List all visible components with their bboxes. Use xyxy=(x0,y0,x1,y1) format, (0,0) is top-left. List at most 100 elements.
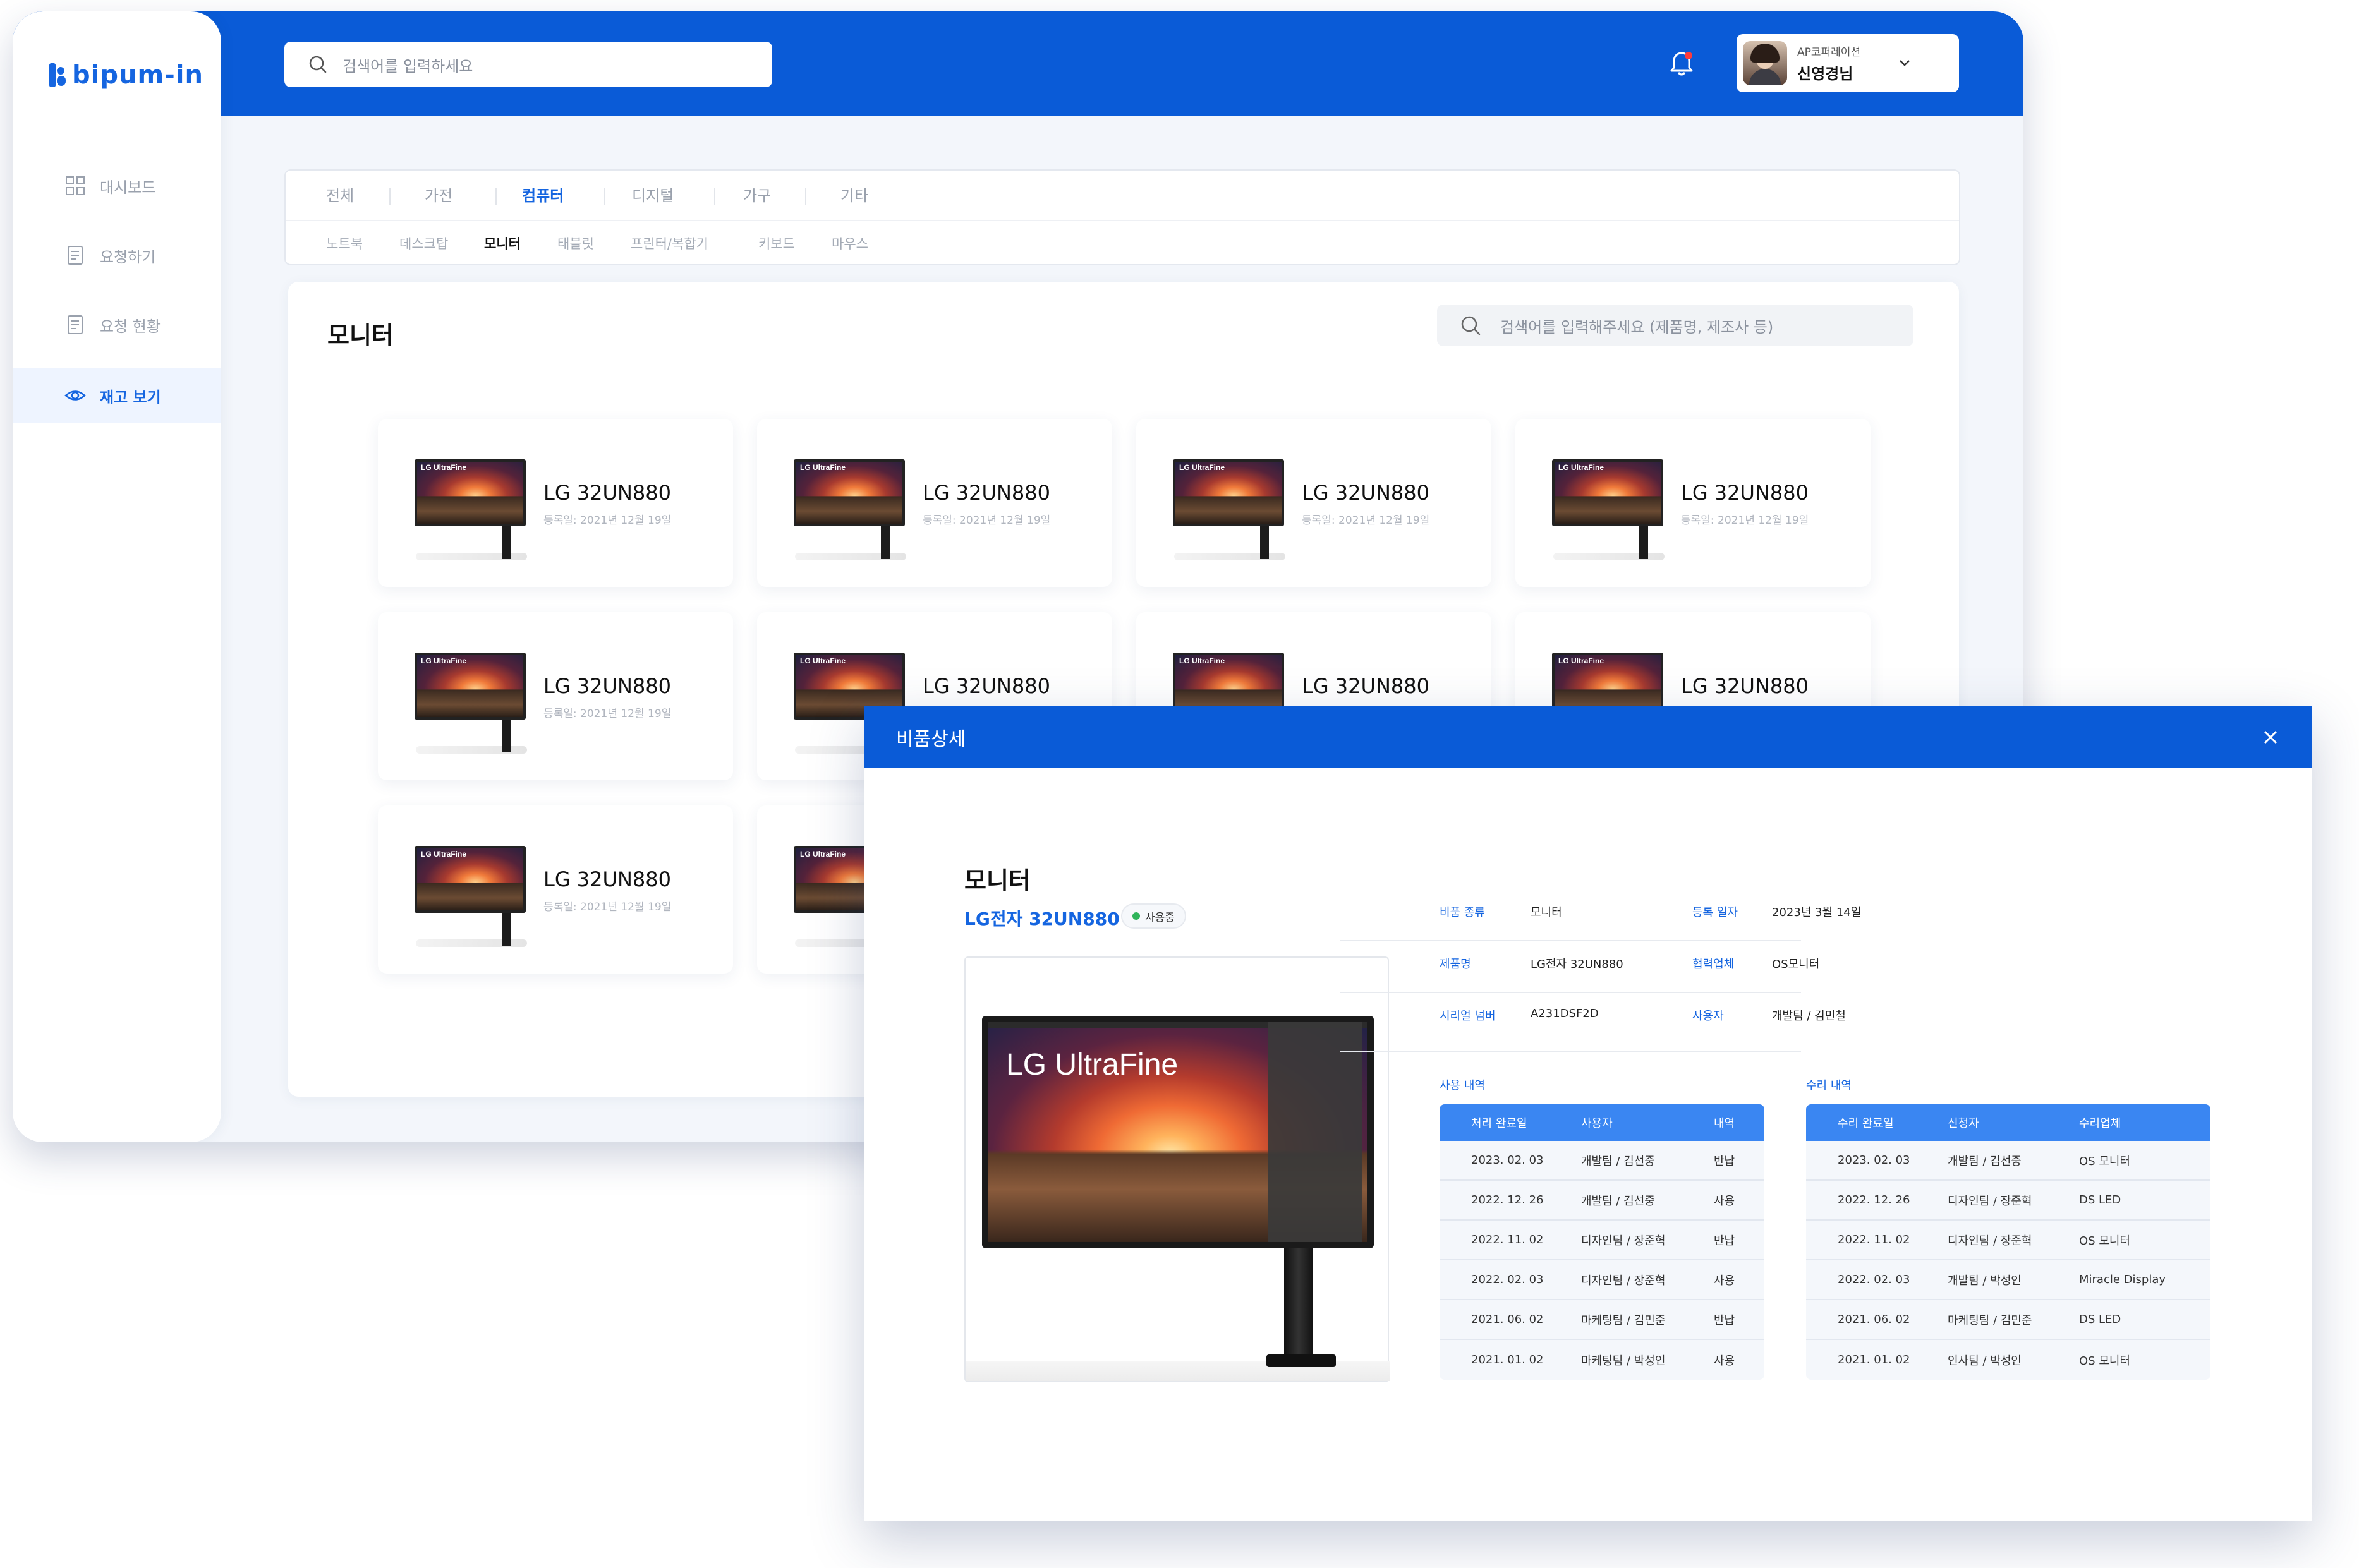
product-name: LG 32UN880 xyxy=(543,867,671,891)
sidebar-item-request-status[interactable]: 요청 현황 xyxy=(13,297,221,353)
column-header[interactable]: 처리 완료일 xyxy=(1471,1104,1527,1141)
top-bar: 검색어를 입력하세요 AP코퍼레이션 신영경님 xyxy=(13,11,2023,116)
product-date: 등록일: 2021년 12월 19일 xyxy=(923,514,1051,527)
document-icon xyxy=(68,246,83,265)
subtab-monitor[interactable]: 모니터 xyxy=(484,221,521,267)
table-cell: 개발팀 / 김선중 xyxy=(1581,1194,1655,1208)
subtab-keyboard[interactable]: 키보드 xyxy=(758,221,795,267)
table-row[interactable]: 2021. 01. 02 인사팀 / 박성인 OS 모니터 xyxy=(1806,1340,2210,1380)
info-partner-label: 협력업체 xyxy=(1692,955,1734,972)
logo[interactable]: bipum-in xyxy=(49,61,203,90)
table-cell: 개발팀 / 김선중 xyxy=(1581,1154,1655,1168)
table-row[interactable]: 2023. 02. 03 개발팀 / 김선중 반납 xyxy=(1440,1141,1764,1181)
sidebar-item-label: 대시보드 xyxy=(100,178,156,196)
table-cell: 디자인팀 / 장준혁 xyxy=(1948,1234,2032,1248)
product-thumbnail: LG UltraFine xyxy=(1552,459,1665,562)
product-card[interactable]: LG UltraFine LG 32UN880 등록일: 2021년 12월 19일 xyxy=(757,419,1112,587)
product-thumbnail: LG UltraFine xyxy=(1173,459,1285,562)
table-cell: 개발팀 / 김선중 xyxy=(1948,1154,2022,1168)
table-cell: 마케팅팀 / 김민준 xyxy=(1581,1313,1666,1327)
table-cell: 사용 xyxy=(1714,1194,1735,1208)
category-tabs: 전체 가전 컴퓨터 디지털 가구 기타 xyxy=(286,171,1959,221)
table-cell: 2022. 11. 02 xyxy=(1471,1233,1544,1246)
table-cell: DS LED xyxy=(2079,1193,2121,1207)
usage-history-table: 처리 완료일 사용자 내역 2023. 02. 03 개발팀 / 김선중 반납 2022. … xyxy=(1440,1104,1764,1380)
table-row[interactable]: 2022. 11. 02 디자인팀 / 장준혁 반납 xyxy=(1440,1221,1764,1260)
table-header: 처리 완료일 사용자 내역 xyxy=(1440,1104,1764,1141)
status-dot-icon xyxy=(1132,912,1140,920)
user-menu[interactable]: AP코퍼레이션 신영경님 xyxy=(1737,34,1959,92)
column-header[interactable]: 수리업체 xyxy=(2079,1104,2121,1141)
info-value: A231DSF2D xyxy=(1531,1007,1599,1020)
table-cell: 2021. 06. 02 xyxy=(1838,1313,1910,1326)
tab-appliance[interactable]: 가전 xyxy=(425,171,452,221)
thumb-label: LG UltraFine xyxy=(800,850,846,859)
info-value: LG전자 32UN880 xyxy=(1531,958,1623,971)
subtab-laptop[interactable]: 노트북 xyxy=(326,221,363,267)
product-image: LG UltraFine xyxy=(964,956,1390,1382)
sidebar-item-dashboard[interactable]: 대시보드 xyxy=(13,158,221,214)
chevron-down-icon[interactable] xyxy=(1896,54,1913,72)
tab-etc[interactable]: 기타 xyxy=(840,171,868,221)
product-search-placeholder: 검색어를 입력해주세요 (제품명, 제조사 등) xyxy=(1500,318,1774,336)
table-row[interactable]: 2022. 02. 03 개발팀 / 박성인 Miracle Display xyxy=(1806,1260,2210,1300)
product-search-input[interactable]: 검색어를 입력해주세요 (제품명, 제조사 등) xyxy=(1437,305,1913,346)
repair-history-title: 수리 내역 xyxy=(1806,1079,1852,1092)
product-name: LG 32UN880 xyxy=(1302,674,1429,698)
product-card[interactable]: LG UltraFine LG 32UN880 등록일: 2021년 12월 19일 xyxy=(378,805,733,974)
table-row[interactable]: 2021. 06. 02 마케팅팀 / 김민준 DS LED xyxy=(1806,1300,2210,1340)
global-search-input[interactable]: 검색어를 입력하세요 xyxy=(284,42,772,87)
product-card[interactable]: LG UltraFine LG 32UN880 등록일: 2021년 12월 19일 xyxy=(378,419,733,587)
sidebar-item-request[interactable]: 요청하기 xyxy=(13,227,221,283)
column-header[interactable]: 수리 완료일 xyxy=(1838,1104,1894,1141)
sidebar-item-inventory[interactable]: 재고 보기 xyxy=(13,368,221,423)
column-header[interactable]: 신청자 xyxy=(1948,1104,1979,1141)
close-icon[interactable] xyxy=(2261,728,2280,747)
table-cell: 2021. 06. 02 xyxy=(1471,1313,1544,1326)
product-thumbnail: LG UltraFine xyxy=(415,653,527,755)
info-name-value: LG전자 32UN880 xyxy=(1531,955,1623,972)
table-row[interactable]: 2023. 02. 03 개발팀 / 김선중 OS 모니터 xyxy=(1806,1141,2210,1181)
product-thumbnail: LG UltraFine xyxy=(415,459,527,562)
table-cell: 2021. 01. 02 xyxy=(1838,1353,1910,1366)
table-cell: 2022. 11. 02 xyxy=(1838,1233,1910,1246)
thumb-label: LG UltraFine xyxy=(1179,656,1225,665)
table-cell: 2023. 02. 03 xyxy=(1838,1154,1910,1167)
search-icon xyxy=(309,56,327,73)
table-cell: 개발팀 / 박성인 xyxy=(1948,1274,2022,1288)
table-cell: OS 모니터 xyxy=(2079,1154,2130,1168)
table-cell: 디자인팀 / 장준혁 xyxy=(1948,1194,2032,1208)
product-card[interactable]: LG UltraFine LG 32UN880 등록일: 2021년 12월 19일 xyxy=(1136,419,1491,587)
table-row[interactable]: 2021. 01. 02 마케팅팀 / 박성인 사용 xyxy=(1440,1340,1764,1380)
subtab-printer[interactable]: 프린터/복합기 xyxy=(631,221,708,267)
bell-icon[interactable] xyxy=(1666,48,1697,80)
product-card[interactable]: LG UltraFine LG 32UN880 등록일: 2021년 12월 19일 xyxy=(378,612,733,780)
tab-digital[interactable]: 디지털 xyxy=(632,171,674,221)
tab-furniture[interactable]: 가구 xyxy=(743,171,771,221)
column-header[interactable]: 내역 xyxy=(1714,1104,1735,1141)
product-name: LG 32UN880 xyxy=(1681,481,1809,505)
subtab-mouse[interactable]: 마우스 xyxy=(832,221,868,267)
subtab-desktop[interactable]: 데스크탑 xyxy=(399,221,448,267)
table-row[interactable]: 2022. 11. 02 디자인팀 / 장준혁 OS 모니터 xyxy=(1806,1221,2210,1260)
table-cell: Miracle Display xyxy=(2079,1273,2166,1286)
tab-all[interactable]: 전체 xyxy=(326,171,354,221)
table-row[interactable]: 2021. 06. 02 마케팅팀 / 김민준 반납 xyxy=(1440,1300,1764,1340)
info-serial-label: 시리얼 넘버 xyxy=(1440,1007,1496,1023)
table-row[interactable]: 2022. 12. 26 개발팀 / 김선중 사용 xyxy=(1440,1181,1764,1221)
subtab-tablet[interactable]: 태블릿 xyxy=(557,221,594,267)
info-value: 개발팀 / 김민철 xyxy=(1772,1010,1846,1023)
table-row[interactable]: 2022. 02. 03 디자인팀 / 장준혁 사용 xyxy=(1440,1260,1764,1300)
tab-computer[interactable]: 컴퓨터 xyxy=(522,171,564,221)
thumb-label: LG UltraFine xyxy=(421,850,467,859)
product-name: LG 32UN880 xyxy=(1302,481,1429,505)
thumb-label: LG UltraFine xyxy=(421,656,467,665)
monitor-illustration: LG UltraFine xyxy=(966,1016,1390,1381)
column-header[interactable]: 사용자 xyxy=(1581,1104,1613,1141)
user-org: AP코퍼레이션 xyxy=(1797,46,1861,59)
product-date: 등록일: 2021년 12월 19일 xyxy=(1302,514,1430,527)
product-card[interactable]: LG UltraFine LG 32UN880 등록일: 2021년 12월 19일 xyxy=(1515,419,1871,587)
product-model: LG전자 32UN880 xyxy=(964,908,1120,929)
table-cell: 디자인팀 / 장준혁 xyxy=(1581,1274,1666,1288)
table-row[interactable]: 2022. 12. 26 디자인팀 / 장준혁 DS LED xyxy=(1806,1181,2210,1221)
